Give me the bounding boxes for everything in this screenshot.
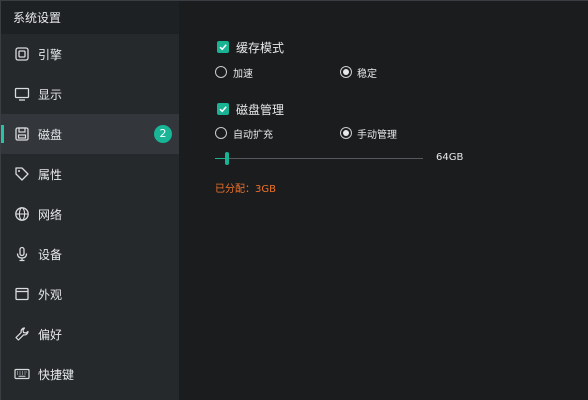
check-icon	[219, 106, 227, 113]
cache-stable-label: 稳定	[357, 69, 377, 80]
sidebar-item-label: 显示	[38, 88, 63, 102]
sidebar-item-preferences[interactable]: 偏好	[1, 314, 179, 354]
globe-icon	[15, 207, 29, 221]
keyboard-icon	[14, 368, 30, 380]
display-icon	[14, 87, 30, 101]
sidebar-item-appearance[interactable]: 外观	[1, 274, 179, 314]
notification-badge: 2	[154, 125, 172, 143]
sidebar-item-label: 网络	[38, 208, 63, 222]
sidebar-item-engine[interactable]: 引擎	[1, 34, 179, 74]
microphone-icon	[16, 246, 28, 262]
sidebar-item-properties[interactable]: 属性	[1, 154, 179, 194]
active-indicator	[1, 125, 4, 143]
sidebar-item-label: 属性	[38, 168, 63, 182]
disk-size-slider-handle[interactable]	[225, 152, 229, 165]
sidebar-item-label: 磁盘	[38, 128, 63, 142]
sidebar-item-device[interactable]: 设备	[1, 234, 179, 274]
disk-size-slider[interactable]	[215, 158, 423, 159]
settings-window: 系统设置 引擎 显示 磁盘 2 属性 网络 设备 外观 偏好 快捷键 缓存模式 …	[0, 0, 588, 400]
sidebar-item-label: 设备	[38, 248, 63, 262]
disk-manage-checkbox[interactable]	[217, 103, 229, 115]
cache-mode-label: 缓存模式	[236, 41, 285, 55]
cache-accelerate-label: 加速	[233, 69, 253, 80]
sidebar-item-disk[interactable]: 磁盘 2	[1, 114, 179, 154]
window-icon	[15, 287, 29, 301]
check-icon	[219, 44, 227, 51]
auto-expand-radio[interactable]	[215, 127, 227, 139]
allocated-status: 已分配：3GB	[215, 184, 276, 195]
disk-icon	[15, 127, 29, 141]
manual-manage-label: 手动管理	[357, 130, 397, 141]
engine-icon	[15, 47, 29, 61]
auto-expand-label: 自动扩充	[233, 130, 273, 141]
cache-stable-radio[interactable]	[340, 66, 352, 78]
sidebar-item-display[interactable]: 显示	[1, 74, 179, 114]
sidebar: 引擎 显示 磁盘 2 属性 网络 设备 外观 偏好 快捷键	[1, 34, 179, 400]
disk-size-value: 64GB	[436, 152, 464, 163]
main-panel	[179, 1, 588, 400]
disk-manage-label: 磁盘管理	[236, 103, 285, 117]
sidebar-item-label: 外观	[38, 288, 63, 302]
sidebar-item-label: 快捷键	[38, 368, 75, 382]
tag-icon	[15, 167, 29, 181]
sidebar-item-network[interactable]: 网络	[1, 194, 179, 234]
cache-mode-checkbox[interactable]	[217, 41, 229, 53]
cache-accelerate-radio[interactable]	[215, 66, 227, 78]
sidebar-item-shortcuts[interactable]: 快捷键	[1, 354, 179, 394]
wrench-icon	[15, 327, 29, 341]
window-title: 系统设置	[13, 11, 62, 25]
manual-manage-radio[interactable]	[340, 127, 352, 139]
title-bar: 系统设置	[1, 1, 179, 33]
sidebar-item-label: 偏好	[38, 328, 63, 342]
sidebar-item-label: 引擎	[38, 48, 63, 62]
